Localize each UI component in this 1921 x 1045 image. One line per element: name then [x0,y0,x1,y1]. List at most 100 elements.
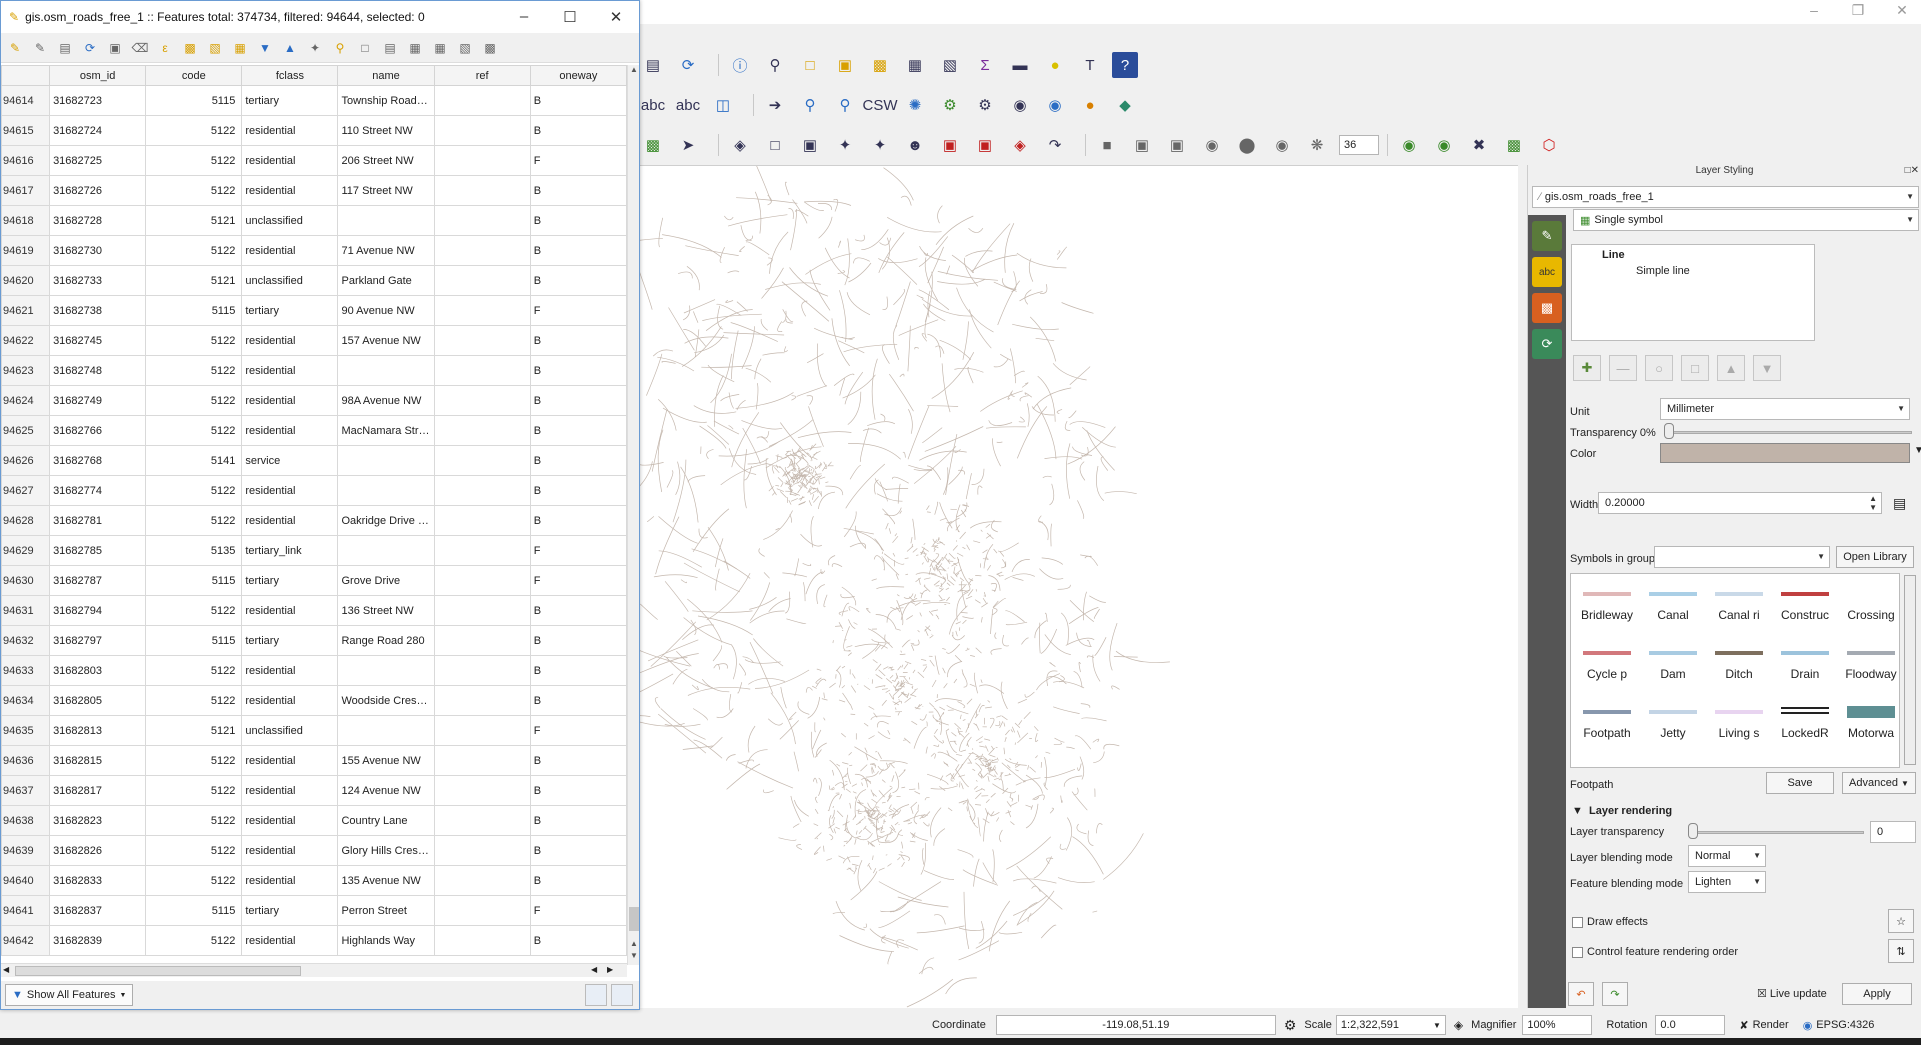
table-cell[interactable] [337,445,435,476]
symbol-item[interactable]: Cycle p [1577,635,1637,691]
duplicate-layer-icon[interactable]: □ [1681,355,1709,381]
select-expression-icon[interactable]: ε [155,38,175,58]
table-row[interactable]: 94633 31682803 5122 residential B [1,655,627,686]
table-cell[interactable] [433,355,531,386]
table-cell[interactable]: B [529,835,627,866]
toggle-editing-icon[interactable]: ✎ [5,38,25,58]
horizontal-scrollbar[interactable]: ◀ ◀ ▶ [1,963,627,977]
panel-controls[interactable]: □✕ [1905,165,1919,176]
table-row[interactable]: 94621 31682738 5115 tertiary 90 Avenue NW F [1,295,627,326]
table-cell[interactable]: 90 Avenue NW [337,295,435,326]
select-all-icon[interactable]: ▩ [180,38,200,58]
table-cell[interactable]: residential [241,385,339,416]
ellipse-icon[interactable]: ⬤ [1234,132,1260,158]
row-number-cell[interactable]: 94620 [1,265,51,296]
symbol-item[interactable]: Canal [1643,576,1703,632]
table-cell[interactable]: 135 Avenue NW [337,865,435,896]
table-cell[interactable]: 5122 [145,775,243,806]
table-cell[interactable]: residential [241,925,339,956]
row-number-cell[interactable]: 94630 [1,565,51,596]
live-update-checkbox[interactable]: ☒ Live update [1757,987,1827,1000]
table-cell[interactable]: 5122 [145,925,243,956]
feature-blending-select[interactable]: Lighten ▼ [1688,871,1766,893]
copy-rows-icon[interactable]: □ [355,38,375,58]
symbol-item[interactable]: Crossing [1841,576,1899,632]
table-cell[interactable]: residential [241,115,339,146]
table-cell[interactable] [433,535,531,566]
add-feature-icon[interactable]: ▣ [105,38,125,58]
csw-icon[interactable]: CSW [863,92,898,118]
statistics-icon[interactable]: Σ [972,52,998,78]
table-row[interactable]: 94615 31682724 5122 residential 110 Street N… [1,115,627,146]
table-cell[interactable]: 5122 [145,685,243,716]
table-cell[interactable]: 5122 [145,325,243,356]
table-cell[interactable]: 31682768 [49,445,147,476]
spin-arrows-icon[interactable]: ▲ ▼ [1869,494,1877,512]
row-number-cell[interactable]: 94619 [1,235,51,266]
table-cell[interactable]: Oakridge Drive S... [337,505,435,536]
column-header-oneway[interactable]: oneway [529,65,627,86]
column-header-code[interactable]: code [145,65,243,86]
table-cell[interactable]: residential [241,655,339,686]
table-cell[interactable]: 5135 [145,535,243,566]
table-cell[interactable]: 31682837 [49,895,147,926]
table-cell[interactable]: 5122 [145,415,243,446]
table-cell[interactable]: residential [241,175,339,206]
transparency-slider[interactable] [1664,431,1912,434]
save-symbol-button[interactable]: Save [1766,772,1834,794]
pin-green-icon[interactable]: ◉ [1396,132,1422,158]
row-number-cell[interactable]: 94635 [1,715,51,746]
remove-layer-icon[interactable]: — [1609,355,1637,381]
table-cell[interactable]: 31682813 [49,715,147,746]
add-ring-icon[interactable]: ▣ [937,132,963,158]
browse-icon[interactable]: ➔ [762,92,788,118]
table-cell[interactable]: unclassified [241,265,339,296]
measure-icon[interactable]: ▬ [1007,52,1033,78]
form-view-icon[interactable] [585,984,607,1006]
table-cell[interactable]: B [529,775,627,806]
table-cell[interactable]: B [529,355,627,386]
symbology-brush-icon[interactable]: ✎ [1532,221,1562,251]
open-library-button[interactable]: Open Library [1836,546,1914,568]
table-row[interactable]: 94619 31682730 5122 residential 71 Avenue NW… [1,235,627,266]
lock-icon[interactable]: ◈ [1454,1018,1463,1032]
table-cell[interactable]: B [529,475,627,506]
row-number-cell[interactable]: 94627 [1,475,51,506]
symbol-item[interactable]: Drain [1775,635,1835,691]
symbol-item[interactable]: Dam [1643,635,1703,691]
table-cell[interactable]: B [529,925,627,956]
table-cell[interactable]: 31682730 [49,235,147,266]
table-cell[interactable]: residential [241,355,339,386]
pointer-icon[interactable]: ➤ [675,132,701,158]
history-icon[interactable]: ⟳ [1532,329,1562,359]
advanced-button[interactable]: Advanced ▼ [1842,772,1916,794]
row-number-cell[interactable]: 94637 [1,775,51,806]
lock-layer-icon[interactable]: ○ [1645,355,1673,381]
row-number-cell[interactable]: 94642 [1,925,51,956]
table-cell[interactable]: 5115 [145,295,243,326]
table-cell[interactable]: residential [241,685,339,716]
table-cell[interactable]: B [529,595,627,626]
width-spinbox[interactable]: 0.20000 ▲ ▼ [1598,492,1882,514]
symbol-item[interactable]: Construc [1775,576,1835,632]
column-header-ref[interactable]: ref [433,65,531,86]
table-cell[interactable]: 5122 [145,655,243,686]
row-number-cell[interactable]: 94616 [1,145,51,176]
table-row[interactable]: 94622 31682745 5122 residential 157 Avenue N… [1,325,627,356]
refresh-icon[interactable]: ⟳ [675,52,701,78]
attribute-table-icon[interactable]: ▦ [902,52,928,78]
conditional-format-icon[interactable]: ▩ [480,38,500,58]
magnifier-spinbox[interactable]: 100% [1522,1015,1593,1035]
table-cell[interactable]: B [529,655,627,686]
python-icon[interactable]: ✺ [902,92,928,118]
zoom-to-selected-icon[interactable]: ⚲ [330,38,350,58]
coordinate-toggle-icon[interactable]: ⚙ [1284,1017,1297,1034]
row-number-cell[interactable]: 94624 [1,385,51,416]
fill-ring-icon[interactable]: ◈ [1007,132,1033,158]
layer-rendering-header[interactable]: ▼ Layer rendering [1572,805,1672,817]
table-cell[interactable]: 31682823 [49,805,147,836]
table-cell[interactable] [433,265,531,296]
curve-icon[interactable]: ↷ [1042,132,1068,158]
globe-search-icon[interactable]: ⚲ [797,92,823,118]
column-header-osm-id[interactable]: osm_id [49,65,147,86]
